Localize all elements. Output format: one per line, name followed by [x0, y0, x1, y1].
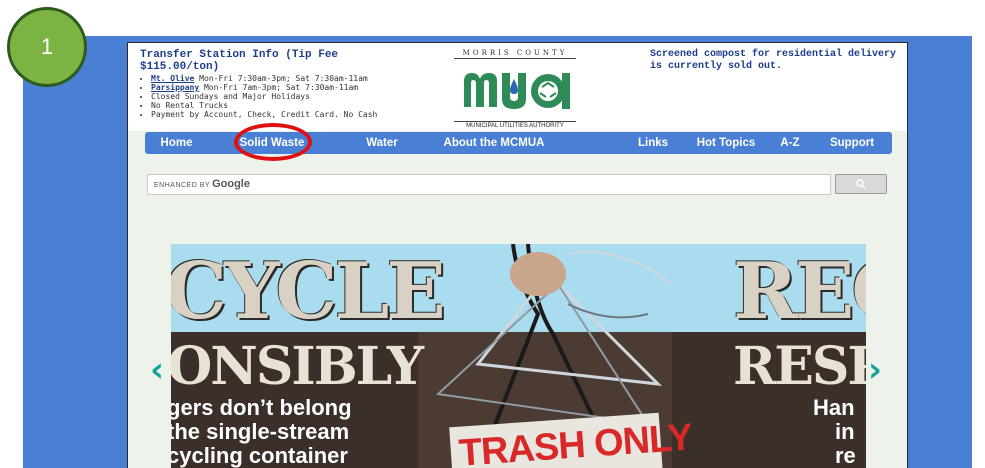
transfer-station-title: Transfer Station Info (Tip Fee $115.00/t… [140, 49, 339, 73]
banner-right-line-1: Han [813, 395, 855, 420]
logo-mua-mark [464, 73, 570, 109]
chevron-left-icon: ‹ [150, 350, 165, 390]
trash-only-text: TRASH ONLY [457, 416, 694, 468]
enhanced-by-label: ENHANCED BY [154, 182, 211, 189]
search-button[interactable] [835, 174, 887, 194]
mcmua-logo[interactable]: MORRIS COUNTY MUNICIPAL UTILITIES AUTHOR… [454, 49, 576, 129]
banner-left-subheading: ONSIBLY [171, 336, 424, 397]
compost-notice: Screened compost for residential deliver… [650, 49, 897, 72]
banner-right-line-3: re [835, 443, 856, 468]
nav-a-z[interactable]: A-Z [773, 132, 807, 154]
nav-home[interactable]: Home [145, 132, 208, 154]
logo-county-text: MORRIS COUNTY [454, 49, 576, 59]
nav-hot-topics[interactable]: Hot Topics [689, 132, 763, 154]
banner-left-line-2: the single-stream [171, 419, 350, 444]
mt-olive-link[interactable]: Mt. Olive [151, 74, 194, 83]
carousel-prev-button[interactable]: ‹ [150, 353, 164, 387]
search-icon [856, 179, 866, 189]
hero-carousel[interactable]: CYCLE ONSIBLY gers don’t belong the sing… [171, 244, 866, 468]
parsippany-link[interactable]: Parsippany [151, 83, 199, 92]
banner-left-heading: CYCLE [171, 246, 446, 337]
carousel-next-button[interactable]: › [868, 353, 882, 387]
nav-links[interactable]: Links [631, 132, 675, 154]
website-screenshot: Transfer Station Info (Tip Fee $115.00/t… [127, 42, 908, 468]
solid-waste-highlight-circle [234, 123, 312, 161]
transfer-station-list: Mt. Olive Mon-Fri 7:30am-3pm; Sat 7:30am… [140, 74, 420, 119]
banner-left-line-1: gers don’t belong [171, 395, 352, 420]
site-header: Transfer Station Info (Tip Fee $115.00/t… [128, 43, 907, 131]
step-number-badge: 1 [7, 7, 87, 87]
search-input[interactable]: ENHANCED BY Google [147, 174, 831, 195]
banner-right-heading: REC [733, 246, 866, 337]
transfer-item-payment: Payment by Account, Check, Credit Card. … [151, 110, 420, 119]
banner-left-line-3: cycling container [171, 443, 348, 468]
transfer-item-closed: Closed Sundays and Major Holidays [151, 92, 420, 101]
chevron-right-icon: › [868, 350, 883, 390]
transfer-item-mt-olive: Mt. Olive Mon-Fri 7:30am-3pm; Sat 7:30am… [151, 74, 420, 83]
banner-right-subheading: RESP [733, 336, 866, 397]
banner-right-line-2: in [835, 419, 855, 444]
transfer-item-no-rental: No Rental Trucks [151, 101, 420, 110]
transfer-station-info: Transfer Station Info (Tip Fee $115.00/t… [140, 49, 420, 119]
transfer-item-parsippany: Parsippany Mon-Fri 7am-3pm; Sat 7:30am-1… [151, 83, 420, 92]
nav-about[interactable]: About the MCMUA [439, 132, 549, 154]
step-number: 1 [40, 34, 54, 59]
nav-water[interactable]: Water [357, 132, 407, 154]
nav-support[interactable]: Support [822, 132, 882, 154]
search-bar: ENHANCED BY Google [138, 170, 894, 198]
google-brand: Google [212, 178, 250, 190]
logo-authority-text: MUNICIPAL UTILITIES AUTHORITY [454, 121, 576, 129]
